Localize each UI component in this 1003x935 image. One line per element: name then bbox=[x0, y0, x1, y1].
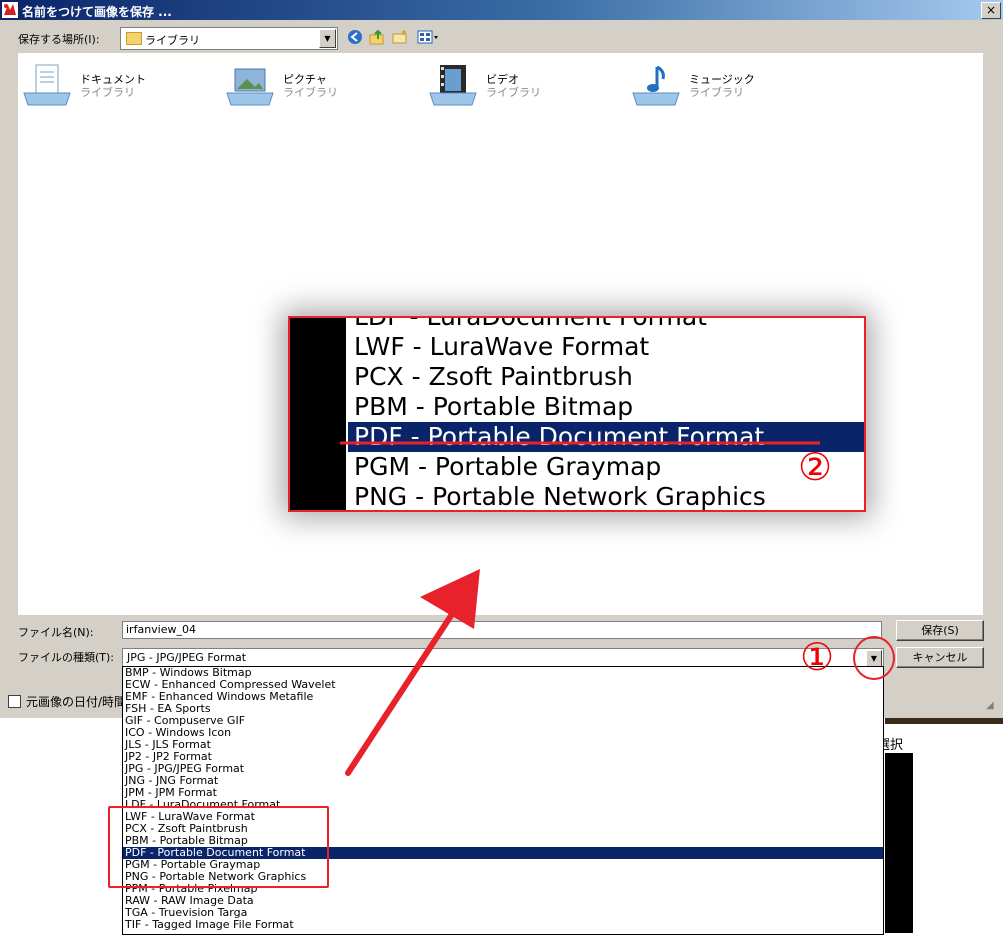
background-window: 選択 bbox=[877, 718, 1003, 933]
library-sub: ライブラリ bbox=[486, 86, 541, 99]
documents-library-icon bbox=[23, 64, 71, 106]
window-title: 名前をつけて画像を保存 ... bbox=[22, 5, 172, 19]
background-dark-panel bbox=[885, 753, 913, 933]
step-2-marker: ② bbox=[798, 445, 833, 489]
zoom-format-option: PGM - Portable Graymap bbox=[354, 452, 662, 481]
zoom-format-option: PCX - Zsoft Paintbrush bbox=[354, 362, 633, 391]
location-label: 保存する場所(I): bbox=[18, 33, 100, 46]
library-sub: ライブラリ bbox=[80, 86, 135, 99]
close-button[interactable]: × bbox=[981, 2, 1001, 19]
zoom-format-option: PBM - Portable Bitmap bbox=[354, 392, 634, 421]
library-item-documents[interactable]: ドキュメント ライブラリ bbox=[22, 63, 212, 113]
zoom-callout: LDF - LuraDocument Format LWF - LuraWave … bbox=[288, 316, 866, 512]
zoom-option-list: LDF - LuraDocument Format LWF - LuraWave … bbox=[348, 316, 864, 511]
format-option[interactable]: EMF - Enhanced Windows Metafile bbox=[123, 691, 883, 703]
format-option[interactable]: ICO - Windows Icon bbox=[123, 727, 883, 739]
format-option[interactable]: GIF - Compuserve GIF bbox=[123, 715, 883, 727]
videos-library-icon bbox=[429, 65, 477, 106]
folder-icon bbox=[126, 32, 142, 45]
back-icon[interactable] bbox=[346, 28, 364, 46]
location-value: ライブラリ bbox=[145, 34, 200, 47]
format-option[interactable]: JPG - JPG/JPEG Format bbox=[123, 763, 883, 775]
library-item-videos[interactable]: ビデオ ライブラリ bbox=[428, 63, 618, 113]
format-option[interactable]: TIF - Tagged Image File Format bbox=[123, 919, 883, 931]
red-underline bbox=[340, 441, 820, 445]
library-sub: ライブラリ bbox=[283, 86, 338, 99]
filetype-label: ファイルの種類(T): bbox=[18, 651, 115, 664]
filename-label: ファイル名(N): bbox=[18, 626, 94, 639]
filetype-combo[interactable]: JPG - JPG/JPEG Format ▼ bbox=[122, 648, 884, 667]
view-menu-icon[interactable] bbox=[416, 28, 440, 46]
zoom-format-option: LDF - LuraDocument Format bbox=[354, 316, 707, 331]
filetype-dropdown-list[interactable]: BMP - Windows Bitmap ECW - Enhanced Compr… bbox=[122, 666, 884, 935]
library-sub: ライブラリ bbox=[689, 86, 744, 99]
zoom-format-option: LWF - LuraWave Format bbox=[354, 332, 650, 361]
filetype-value: JPG - JPG/JPEG Format bbox=[127, 651, 247, 664]
library-item-pictures[interactable]: ピクチャ ライブラリ bbox=[225, 63, 415, 113]
dropdown-circle-highlight bbox=[853, 636, 895, 680]
keep-date-label: 元画像の日付/時間 bbox=[26, 695, 127, 709]
zoom-dark-side bbox=[290, 318, 346, 510]
chevron-down-icon[interactable]: ▼ bbox=[319, 29, 336, 48]
background-image-strip bbox=[885, 718, 1003, 724]
pictures-library-icon bbox=[226, 68, 274, 106]
highlight-box bbox=[108, 806, 329, 888]
library-item-music[interactable]: ミュージック ライブラリ bbox=[631, 63, 821, 113]
location-combo[interactable]: ライブラリ ▼ bbox=[120, 27, 338, 50]
new-folder-icon[interactable] bbox=[391, 28, 409, 46]
format-option[interactable]: JLS - JLS Format bbox=[123, 739, 883, 751]
irfanview-app-icon bbox=[2, 2, 18, 18]
step-1-marker: ① bbox=[800, 635, 835, 679]
resize-grip-icon[interactable]: ◢ bbox=[986, 700, 994, 711]
music-library-icon bbox=[632, 65, 680, 106]
format-option[interactable]: JNG - JNG Format bbox=[123, 775, 883, 787]
up-folder-icon[interactable] bbox=[368, 28, 386, 46]
filename-value: irfanview_04 bbox=[126, 623, 196, 636]
filename-input[interactable]: irfanview_04 bbox=[122, 621, 882, 639]
red-arrow-icon bbox=[345, 569, 480, 776]
keep-date-checkbox[interactable] bbox=[8, 695, 21, 708]
title-bar: 名前をつけて画像を保存 ... × bbox=[0, 0, 1003, 20]
cancel-button[interactable]: キャンセル bbox=[896, 647, 984, 668]
save-button[interactable]: 保存(S) bbox=[896, 620, 984, 641]
zoom-format-option: PNG - Portable Network Graphics bbox=[354, 482, 766, 511]
